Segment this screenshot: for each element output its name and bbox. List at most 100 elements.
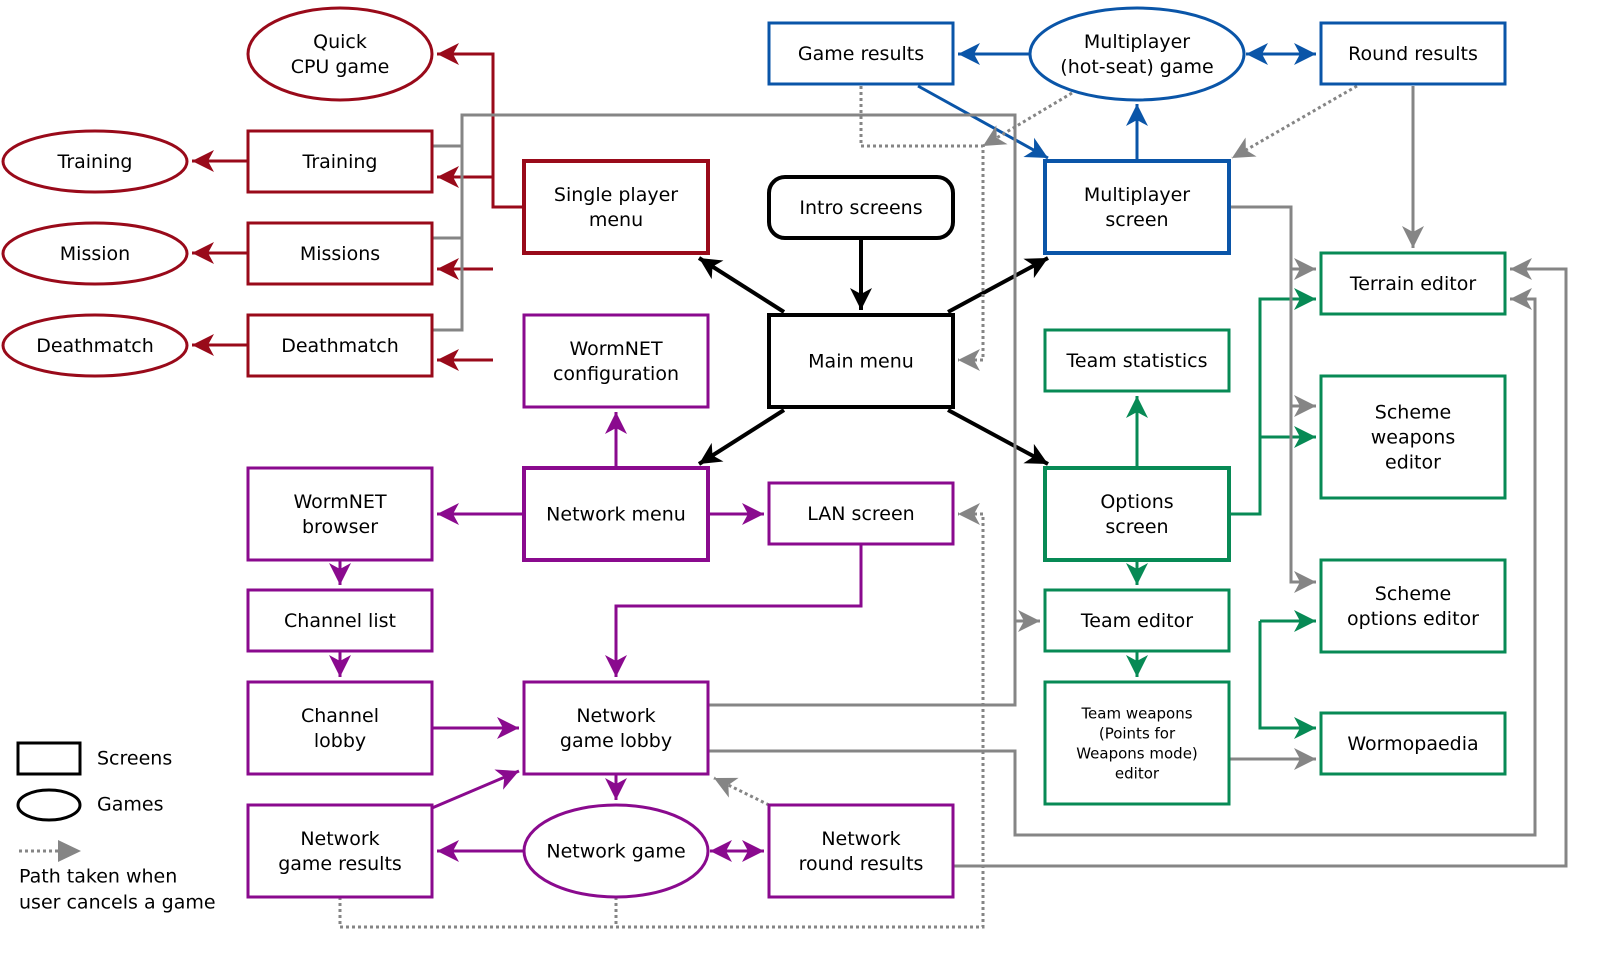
node-label: lobby (314, 730, 366, 752)
edge-line (614, 544, 863, 677)
node-label: Network (576, 705, 655, 727)
menu-flow-diagram: Quick CPU game Training Mission Deathmatch Tr… (1, 6, 1568, 929)
screen-box (1043, 466, 1231, 562)
node-label: LAN screen (807, 503, 914, 525)
node-wormnet-browser: WormNET browser (246, 466, 434, 562)
node-missions: Missions (246, 221, 434, 286)
node-label: Game results (798, 43, 924, 65)
legend: Screens Games Path taken when user cance… (16, 741, 216, 914)
node-label: Multiplayer (1084, 31, 1190, 53)
screen-box (522, 680, 710, 776)
edge-main_menu-to-network_menu (697, 408, 786, 466)
edge-line (947, 256, 1049, 314)
node-network-menu: Network menu (522, 466, 710, 562)
node-label: Weapons mode) (1076, 745, 1198, 763)
edge-net_game_lobby-to-net_game (605, 774, 627, 800)
edge-line (947, 408, 1049, 466)
edge-mp_game-to-game_results (958, 43, 1030, 65)
node-label: Quick (313, 31, 367, 53)
edge-main_menu-to-options_screen (947, 408, 1049, 466)
node-label: screen (1105, 209, 1168, 231)
node-label: weapons (1371, 427, 1456, 449)
node-label: Main menu (808, 351, 914, 373)
screen-box (246, 803, 434, 899)
node-label: Network game (546, 841, 685, 863)
game-ellipse (1028, 6, 1246, 102)
edge-options_screen-to-scheme_weapons (1260, 426, 1316, 448)
legend-arrowhead-icon (58, 840, 81, 862)
edge-missions-to-mission_game (192, 242, 248, 264)
node-label: screen (1105, 516, 1168, 538)
screen-box (522, 313, 710, 409)
node-label: Round results (1348, 43, 1478, 65)
edge-line (1229, 205, 1316, 271)
edge-line (1258, 621, 1316, 730)
edge-net_game-to-net_round_results (710, 840, 764, 862)
node-label: editor (1385, 452, 1441, 474)
node-wormopaedia: Wormopaedia (1319, 711, 1507, 776)
screen-box (1043, 159, 1231, 255)
node-label: Channel list (284, 610, 396, 632)
node-single-player-menu: Single player menu (522, 159, 710, 255)
legend-game-symbol (16, 788, 82, 822)
node-label: Network (821, 828, 900, 850)
node-label: game results (278, 853, 402, 875)
node-label: (Points for (1099, 725, 1176, 743)
edge-deathmatch-to-deathmatch_game (192, 334, 248, 356)
node-mission-game: Mission (1, 221, 189, 286)
edge-network_menu-to-wormnet_browser (437, 503, 524, 525)
edge-wormnet_browser-to-channel_list (329, 560, 351, 585)
node-intro: Intro screens (767, 175, 955, 240)
edge-mp_game-to-round_results (1246, 43, 1316, 65)
legend-cancel-label-2: user cancels a game (19, 892, 216, 914)
node-deathmatch: Deathmatch (246, 313, 434, 378)
edge-mp_screen-to-mp_game (1126, 104, 1148, 161)
screen-box (246, 680, 434, 776)
edge-channel_lobby-to-net_game_lobby (432, 717, 519, 739)
node-wormnet-config: WormNET configuration (522, 313, 710, 409)
edge-line (437, 52, 524, 209)
edge-single_player_menu-to-deathmatch (437, 349, 493, 371)
arrowhead-icon (983, 125, 1008, 146)
legend-screen-symbol (16, 741, 82, 776)
node-mp-screen: Multiplayer screen (1043, 159, 1231, 255)
edge-mp_screen-to-terrain_editor (1229, 205, 1316, 280)
node-scheme-options: Scheme options editor (1319, 558, 1507, 654)
edge-line (708, 621, 1017, 707)
node-label: Single player (554, 184, 678, 206)
node-training: Training (246, 129, 434, 194)
node-label: menu (589, 209, 643, 231)
node-label: Scheme (1375, 402, 1451, 424)
screen-box (522, 159, 710, 255)
node-label: WormNET (293, 491, 387, 513)
edge-channel_list-to-channel_lobby (329, 651, 351, 677)
node-terrain-editor: Terrain editor (1319, 251, 1507, 316)
node-lan-screen: LAN screen (767, 481, 955, 546)
node-team-weapons: Team weapons (Points for Weapons mode) edit… (1043, 680, 1231, 806)
node-quick-cpu: Quick CPU game (246, 6, 434, 102)
edge-net_game-to-net_game_results (437, 840, 524, 862)
node-label: Intro screens (799, 197, 922, 219)
node-label: Network menu (546, 504, 686, 526)
arrowhead-icon (1232, 137, 1257, 158)
node-mp-game: Multiplayer (hot-seat) game (1028, 6, 1246, 102)
node-label: options editor (1347, 608, 1479, 630)
node-label: Multiplayer (1084, 184, 1190, 206)
edge-net_game_results-to-net_game_lobby (431, 769, 520, 810)
node-options-screen: Options screen (1043, 466, 1231, 562)
node-label: Terrain editor (1349, 273, 1476, 295)
node-game-results: Game results (767, 21, 955, 86)
node-net-game-lobby: Network game lobby (522, 680, 710, 776)
edge-net_round_results-to-net_game_lobby (713, 776, 770, 807)
node-label: WormNET (569, 338, 663, 360)
node-label: Network (300, 828, 379, 850)
node-scheme-weapons: Scheme weapons editor (1319, 374, 1507, 500)
node-label: Options (1100, 491, 1173, 513)
edge-mp_screen-to-scheme_weapons (1289, 269, 1316, 417)
edge-intro-to-main_menu (850, 238, 872, 310)
edge-lan_screen-to-net_game_lobby (605, 544, 863, 677)
edge-net_game_lobby-to-team_editor (708, 621, 1017, 707)
node-label: Channel (301, 705, 379, 727)
edge-network_menu-to-lan_screen (708, 503, 764, 525)
edge-main_menu-to-single_player_menu (697, 256, 786, 314)
